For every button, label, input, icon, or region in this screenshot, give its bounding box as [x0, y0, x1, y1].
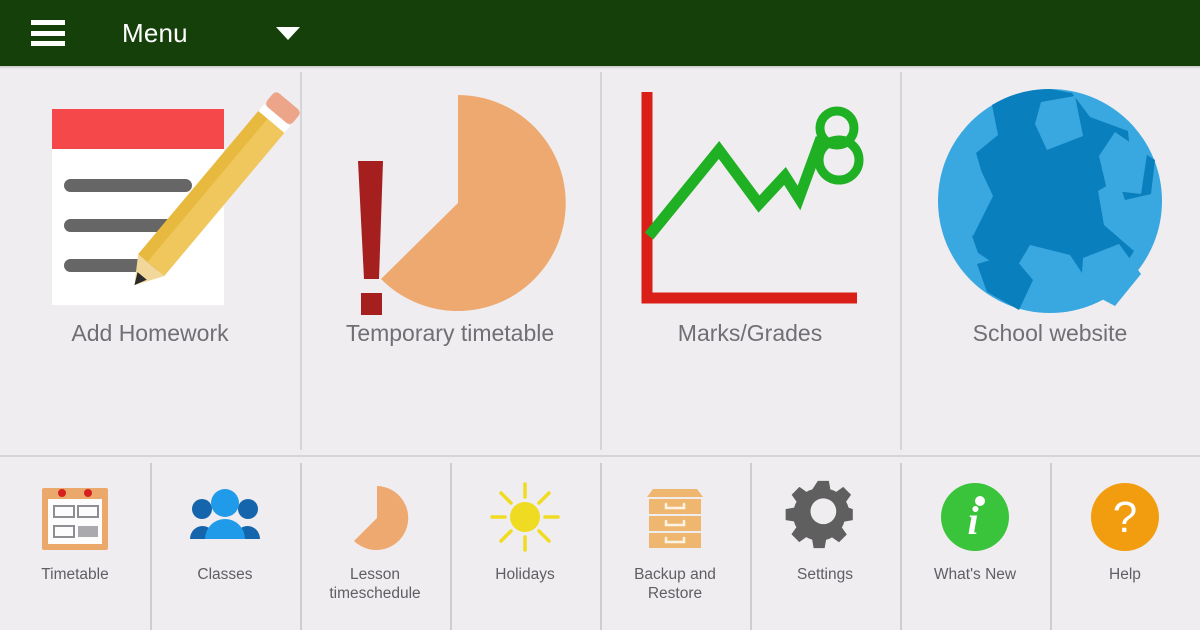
gear-icon	[785, 479, 863, 555]
bottom-item-label: Timetable	[41, 566, 109, 583]
hamburger-bar	[31, 20, 65, 25]
hamburger-menu-icon[interactable]	[31, 20, 65, 46]
bottom-item-label: Holidays	[495, 566, 555, 583]
note-with-pencil-icon	[30, 85, 300, 317]
bottom-toolbar: Timetable Classes Lesson timeschedule Ho…	[0, 457, 1200, 630]
calendar-grid-icon	[37, 479, 113, 555]
question-circle-icon: ?	[1087, 479, 1163, 555]
svg-text:i: i	[967, 498, 978, 543]
bottom-item-label: Classes	[197, 566, 253, 583]
app-header: Menu	[0, 0, 1200, 66]
chevron-down-icon[interactable]	[275, 26, 300, 40]
pie-with-exclamation-icon	[330, 85, 570, 317]
bottom-item-label: Help	[1109, 566, 1141, 583]
tile-school-website[interactable]: School website	[900, 69, 1200, 455]
bottom-item-lesson-timeschedule[interactable]: Lesson timeschedule	[300, 457, 450, 630]
bottom-item-backup-restore[interactable]: Backup and Restore	[600, 457, 750, 630]
tile-label: Temporary timetable	[345, 320, 555, 346]
info-circle-icon: i	[937, 479, 1013, 555]
people-group-icon	[187, 479, 263, 555]
sun-icon	[487, 479, 563, 555]
bottom-item-help[interactable]: ? Help	[1050, 457, 1200, 630]
tile-temporary-timetable[interactable]: Temporary timetable	[300, 69, 600, 455]
tile-marks-grades[interactable]: Marks/Grades	[600, 69, 900, 455]
tile-label: School website	[972, 320, 1128, 346]
hamburger-bar	[31, 30, 65, 36]
bottom-item-whats-new[interactable]: i What's New	[900, 457, 1050, 630]
page-title: Menu	[122, 18, 188, 48]
tile-label: Add Homework	[71, 320, 229, 346]
svg-text:?: ?	[1113, 493, 1137, 542]
line-chart-grade-eight-icon	[630, 85, 870, 317]
bottom-item-label: What's New	[933, 566, 1017, 583]
bottom-item-timetable[interactable]: Timetable	[0, 457, 150, 630]
bottom-item-settings[interactable]: Settings	[750, 457, 900, 630]
app-root: Menu Add Homework Temporary timetable Ma…	[0, 0, 1200, 630]
bottom-item-label: Backup and Restore	[634, 566, 716, 603]
bottom-item-holidays[interactable]: Holidays	[450, 457, 600, 630]
hamburger-bar	[31, 41, 65, 46]
tile-add-homework[interactable]: Add Homework	[0, 69, 300, 455]
file-cabinet-icon	[637, 479, 713, 555]
pie-slice-icon	[337, 479, 413, 555]
bottom-item-label: Settings	[796, 566, 853, 583]
bottom-item-classes[interactable]: Classes	[150, 457, 300, 630]
bottom-item-label: Lesson timeschedule	[329, 566, 421, 603]
globe-icon	[930, 85, 1170, 317]
tile-label: Marks/Grades	[677, 320, 823, 346]
main-tile-grid: Add Homework Temporary timetable Marks/G…	[0, 69, 1200, 455]
